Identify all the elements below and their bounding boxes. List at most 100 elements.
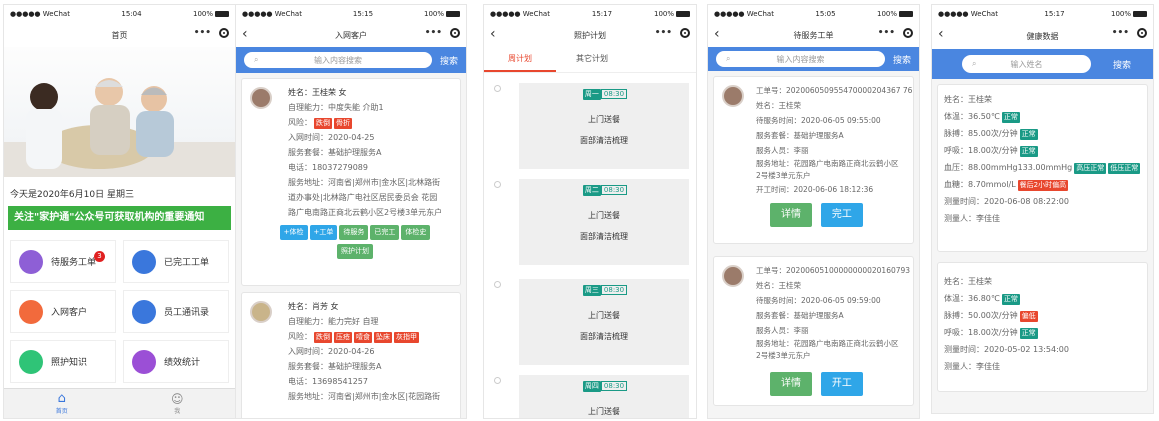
plan-item[interactable]: 周三 08:30 上门送餐 面部清洁梳理 <box>494 279 690 375</box>
back-icon[interactable]: ‹ <box>490 26 496 42</box>
detail-button[interactable]: 详情 <box>770 372 812 396</box>
health-card[interactable]: 姓名：王桂荣 体温：36.80℃ 正常 脉搏：50.00次/分钟 偏低 呼吸：18.… <box>937 262 1148 392</box>
more-icon[interactable]: ••• <box>655 28 672 38</box>
grid-item-performance[interactable]: 绩效统计 <box>123 340 229 383</box>
search-bar: ⌕ 输入内容搜索 搜索 <box>236 47 466 73</box>
nav-bar: ‹ 待服务工单 ••• <box>708 23 919 47</box>
grid-item-care-knowledge[interactable]: 照护知识 <box>10 340 116 383</box>
status-badge: 正常 <box>1001 294 1020 305</box>
heart-icon <box>132 349 156 374</box>
more-icon[interactable]: ••• <box>1112 28 1129 38</box>
back-icon[interactable]: ‹ <box>714 26 720 42</box>
pending-button[interactable]: 待服务 <box>339 225 369 240</box>
status-badge: 正常 <box>1019 328 1038 339</box>
search-button[interactable]: 搜索 <box>893 53 911 66</box>
close-target-icon[interactable] <box>680 28 690 38</box>
checkup-history-button[interactable]: 体检史 <box>401 225 431 240</box>
status-bar: ●●●●● WeChat 15:17 100% <box>484 5 696 23</box>
risk-tag: 坠床 <box>374 332 392 343</box>
tab-other-plan[interactable]: 其它计划 <box>556 47 628 72</box>
customer-card[interactable]: 姓名：肖芳 女 自理能力：能力完好 自理 风险： 跌倒 压疮 噎食 坠床 灰指甲 入网时间… <box>241 292 461 418</box>
grid-item-completed-orders[interactable]: 已完工工单 <box>123 240 229 283</box>
search-button[interactable]: 搜索 <box>1113 58 1131 71</box>
phone-health-data: ●●●●● WeChat 15:17 100% ‹ 健康数据 ••• ⌕ 输入姓名 搜索 … <box>931 4 1154 414</box>
customer-card[interactable]: 姓名：王桂荣 女 自理能力：中度失能 介助1 风险： 跌倒 骨折 入网时间：2020… <box>241 78 461 286</box>
plan-item[interactable]: 周一 08:30 上门送餐 面部清洁梳理 <box>494 83 690 179</box>
search-input[interactable]: ⌕ 输入内容搜索 <box>244 52 432 68</box>
capsule-menu[interactable]: ••• <box>425 28 460 38</box>
health-card[interactable]: 姓名：王桂荣 体温：36.50℃ 正常 脉搏：85.00次/分钟 正常 呼吸：18.… <box>937 84 1148 252</box>
completed-orders-icon <box>132 249 156 274</box>
plan-item[interactable]: 周四 08:30 上门送餐 <box>494 375 690 418</box>
complete-button[interactable]: 完工 <box>820 203 863 227</box>
status-badge: 偏低 <box>1019 311 1038 322</box>
status-bar: ●●●●● WeChat 15:17 100% <box>932 5 1153 23</box>
notice-banner[interactable]: 关注"家护通"公众号可获取机构的重要通知 <box>8 206 231 230</box>
risk-tag: 骨折 <box>334 118 352 129</box>
order-card[interactable]: 工单号：202006050955470000204367 76 姓名：王桂荣 待… <box>713 76 914 244</box>
risk-tag: 跌倒 <box>314 118 332 129</box>
plan-item[interactable]: 周二 08:30 上门送餐 面部清洁梳理 <box>494 179 690 279</box>
start-work-button[interactable]: 开工 <box>820 372 863 396</box>
close-target-icon[interactable] <box>1137 28 1147 38</box>
more-icon[interactable]: ••• <box>878 28 895 38</box>
more-icon[interactable]: ••• <box>194 28 211 38</box>
page-title: 照护计划 <box>574 30 606 40</box>
close-target-icon[interactable] <box>903 28 913 38</box>
grid-item-pending-orders[interactable]: 待服务工单 3 <box>10 240 116 283</box>
capsule-menu[interactable]: ••• <box>655 28 690 38</box>
add-order-button[interactable]: +工单 <box>309 225 338 240</box>
timeline-dot <box>494 181 501 188</box>
status-bar: ●●●●● WeChat 15:15 100% <box>236 5 466 23</box>
search-bar: ⌕ 输入内容搜索 搜索 <box>708 47 919 71</box>
search-button[interactable]: 搜索 <box>440 54 458 67</box>
avatar <box>250 301 272 323</box>
close-target-icon[interactable] <box>219 28 229 38</box>
care-plan-button[interactable]: 照护计划 <box>337 244 373 259</box>
battery-icon <box>215 11 229 17</box>
back-icon[interactable]: ‹ <box>242 26 248 42</box>
capsule-menu[interactable]: ••• <box>194 28 229 38</box>
page-title: 健康数据 <box>1026 31 1059 41</box>
search-bar: ⌕ 输入姓名 搜索 <box>932 49 1153 79</box>
page-title: 首页 <box>111 30 128 40</box>
elderly-care-illustration <box>4 78 235 177</box>
order-card[interactable]: 工单号：20200605100000000020160793 姓名：王桂荣 待服… <box>713 256 914 406</box>
grid-item-staff-directory[interactable]: 员工通讯录 <box>123 290 229 333</box>
timeline-dot <box>494 377 501 384</box>
person-icon: ☺ <box>170 392 184 406</box>
more-icon[interactable]: ••• <box>425 28 442 38</box>
nav-bar: ‹ 照护计划 ••• <box>484 23 696 47</box>
tab-me[interactable]: ☺ 我 <box>120 389 236 418</box>
risk-tag: 灰指甲 <box>394 332 419 343</box>
completed-button[interactable]: 已完工 <box>370 225 400 240</box>
hero-image <box>4 47 235 177</box>
close-target-icon[interactable] <box>450 28 460 38</box>
search-input[interactable]: ⌕ 输入姓名 <box>962 55 1091 73</box>
battery-icon <box>446 11 460 17</box>
avatar <box>722 265 744 287</box>
capsule-menu[interactable]: ••• <box>1112 28 1147 38</box>
capsule-menu[interactable]: ••• <box>878 28 913 38</box>
page-title: 待服务工单 <box>793 30 834 40</box>
add-checkup-button[interactable]: +体检 <box>279 225 308 240</box>
back-icon[interactable]: ‹ <box>938 26 944 42</box>
avatar <box>250 87 272 109</box>
avatar <box>722 85 744 107</box>
nav-bar: 首页 ••• <box>4 23 235 47</box>
home-icon: ⌂ <box>57 391 66 406</box>
book-icon <box>19 349 43 374</box>
page-title: 入网客户 <box>335 30 367 40</box>
battery-icon <box>899 11 913 17</box>
search-icon: ⌕ <box>254 55 259 64</box>
search-input[interactable]: ⌕ 输入内容搜索 <box>716 51 885 67</box>
tab-weekly-plan[interactable]: 周计划 <box>484 47 556 72</box>
search-icon: ⌕ <box>972 59 977 68</box>
plan-tabs: 周计划 其它计划 <box>484 47 696 73</box>
status-badge: 高压正常 <box>1074 163 1107 174</box>
grid-item-customers[interactable]: 入网客户 <box>10 290 116 333</box>
risk-tag: 跌倒 <box>314 332 332 343</box>
tab-home[interactable]: ⌂ 首页 <box>4 389 120 418</box>
phone-customers: ●●●●● WeChat 15:15 100% ‹ 入网客户 ••• ⌕ 输入内容搜索搜… <box>235 4 467 419</box>
detail-button[interactable]: 详情 <box>770 203 812 227</box>
